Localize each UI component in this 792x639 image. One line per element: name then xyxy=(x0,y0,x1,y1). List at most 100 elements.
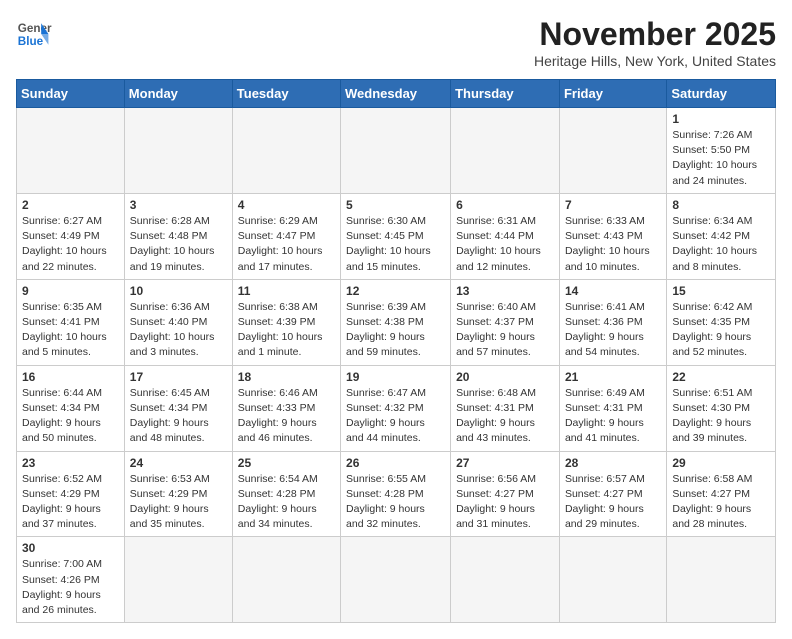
calendar-cell: 11 Sunrise: 6:38 AM Sunset: 4:39 PM Dayli… xyxy=(232,279,340,365)
day-info: Sunrise: 6:40 AM Sunset: 4:37 PM Dayligh… xyxy=(456,300,554,361)
day-info: Sunrise: 6:44 AM Sunset: 4:34 PM Dayligh… xyxy=(22,386,119,447)
calendar-cell: 17 Sunrise: 6:45 AM Sunset: 4:34 PM Dayli… xyxy=(124,365,232,451)
day-number: 25 xyxy=(238,456,335,470)
day-info: Sunrise: 6:47 AM Sunset: 4:32 PM Dayligh… xyxy=(346,386,445,447)
calendar-cell: 19 Sunrise: 6:47 AM Sunset: 4:32 PM Dayli… xyxy=(341,365,451,451)
svg-text:Blue: Blue xyxy=(18,35,44,48)
day-info: Sunrise: 6:49 AM Sunset: 4:31 PM Dayligh… xyxy=(565,386,661,447)
day-number: 19 xyxy=(346,370,445,384)
calendar-cell: 4Sunrise: 6:29 AM Sunset: 4:47 PM Daylig… xyxy=(232,193,340,279)
day-number: 1 xyxy=(672,112,770,126)
day-info: Sunrise: 6:27 AM Sunset: 4:49 PM Dayligh… xyxy=(22,214,119,275)
calendar-cell: 21 Sunrise: 6:49 AM Sunset: 4:31 PM Dayli… xyxy=(559,365,666,451)
calendar-cell xyxy=(341,108,451,194)
day-info: Sunrise: 6:46 AM Sunset: 4:33 PM Dayligh… xyxy=(238,386,335,447)
day-number: 29 xyxy=(672,456,770,470)
calendar-cell: 10 Sunrise: 6:36 AM Sunset: 4:40 PM Dayli… xyxy=(124,279,232,365)
day-number: 17 xyxy=(130,370,227,384)
calendar-cell xyxy=(451,108,560,194)
day-info: Sunrise: 6:52 AM Sunset: 4:29 PM Dayligh… xyxy=(22,472,119,533)
col-header-saturday: Saturday xyxy=(667,80,776,108)
day-number: 8 xyxy=(672,198,770,212)
calendar-cell: 23 Sunrise: 6:52 AM Sunset: 4:29 PM Dayli… xyxy=(17,451,125,537)
day-number: 21 xyxy=(565,370,661,384)
col-header-wednesday: Wednesday xyxy=(341,80,451,108)
calendar-cell: 14 Sunrise: 6:41 AM Sunset: 4:36 PM Dayli… xyxy=(559,279,666,365)
day-info: Sunrise: 6:31 AM Sunset: 4:44 PM Dayligh… xyxy=(456,214,554,275)
header: General Blue November 2025 Heritage Hill… xyxy=(16,16,776,69)
calendar-cell: 20 Sunrise: 6:48 AM Sunset: 4:31 PM Dayli… xyxy=(451,365,560,451)
day-info: Sunrise: 6:39 AM Sunset: 4:38 PM Dayligh… xyxy=(346,300,445,361)
calendar-cell: 6 Sunrise: 6:31 AM Sunset: 4:44 PM Daylig… xyxy=(451,193,560,279)
calendar-cell: 2 Sunrise: 6:27 AM Sunset: 4:49 PM Daylig… xyxy=(17,193,125,279)
calendar-cell: 8Sunrise: 6:34 AM Sunset: 4:42 PM Daylig… xyxy=(667,193,776,279)
calendar-cell: 30Sunrise: 7:00 AM Sunset: 4:26 PM Dayli… xyxy=(17,537,125,623)
calendar-cell: 25Sunrise: 6:54 AM Sunset: 4:28 PM Dayli… xyxy=(232,451,340,537)
col-header-sunday: Sunday xyxy=(17,80,125,108)
title-area: November 2025 Heritage Hills, New York, … xyxy=(534,16,776,69)
calendar-cell xyxy=(559,108,666,194)
calendar-cell xyxy=(451,537,560,623)
calendar-cell: 18Sunrise: 6:46 AM Sunset: 4:33 PM Dayli… xyxy=(232,365,340,451)
calendar-week-row: 1Sunrise: 7:26 AM Sunset: 5:50 PM Daylig… xyxy=(17,108,776,194)
calendar-cell: 1Sunrise: 7:26 AM Sunset: 5:50 PM Daylig… xyxy=(667,108,776,194)
day-info: Sunrise: 6:30 AM Sunset: 4:45 PM Dayligh… xyxy=(346,214,445,275)
calendar-cell: 26Sunrise: 6:55 AM Sunset: 4:28 PM Dayli… xyxy=(341,451,451,537)
calendar-week-row: 16Sunrise: 6:44 AM Sunset: 4:34 PM Dayli… xyxy=(17,365,776,451)
calendar-cell: 28 Sunrise: 6:57 AM Sunset: 4:27 PM Dayli… xyxy=(559,451,666,537)
calendar-cell: 22 Sunrise: 6:51 AM Sunset: 4:30 PM Dayli… xyxy=(667,365,776,451)
day-number: 24 xyxy=(130,456,227,470)
calendar-cell: 12 Sunrise: 6:39 AM Sunset: 4:38 PM Dayli… xyxy=(341,279,451,365)
day-number: 20 xyxy=(456,370,554,384)
calendar-cell xyxy=(341,537,451,623)
day-number: 2 xyxy=(22,198,119,212)
day-info: Sunrise: 6:45 AM Sunset: 4:34 PM Dayligh… xyxy=(130,386,227,447)
calendar-cell: 24 Sunrise: 6:53 AM Sunset: 4:29 PM Dayli… xyxy=(124,451,232,537)
calendar-cell: 13 Sunrise: 6:40 AM Sunset: 4:37 PM Dayli… xyxy=(451,279,560,365)
day-info: Sunrise: 6:51 AM Sunset: 4:30 PM Dayligh… xyxy=(672,386,770,447)
calendar-cell: 7 Sunrise: 6:33 AM Sunset: 4:43 PM Daylig… xyxy=(559,193,666,279)
day-number: 13 xyxy=(456,284,554,298)
day-number: 10 xyxy=(130,284,227,298)
day-info: Sunrise: 6:48 AM Sunset: 4:31 PM Dayligh… xyxy=(456,386,554,447)
col-header-friday: Friday xyxy=(559,80,666,108)
day-number: 11 xyxy=(238,284,335,298)
calendar-cell xyxy=(17,108,125,194)
day-number: 22 xyxy=(672,370,770,384)
calendar-week-row: 2 Sunrise: 6:27 AM Sunset: 4:49 PM Daylig… xyxy=(17,193,776,279)
day-info: Sunrise: 6:28 AM Sunset: 4:48 PM Dayligh… xyxy=(130,214,227,275)
calendar-week-row: 23 Sunrise: 6:52 AM Sunset: 4:29 PM Dayli… xyxy=(17,451,776,537)
month-title: November 2025 xyxy=(534,16,776,53)
day-number: 23 xyxy=(22,456,119,470)
day-number: 15 xyxy=(672,284,770,298)
calendar-cell xyxy=(124,537,232,623)
calendar-week-row: 9Sunrise: 6:35 AM Sunset: 4:41 PM Daylig… xyxy=(17,279,776,365)
day-number: 26 xyxy=(346,456,445,470)
day-info: Sunrise: 6:41 AM Sunset: 4:36 PM Dayligh… xyxy=(565,300,661,361)
logo: General Blue xyxy=(16,16,52,52)
day-number: 14 xyxy=(565,284,661,298)
day-info: Sunrise: 6:33 AM Sunset: 4:43 PM Dayligh… xyxy=(565,214,661,275)
day-number: 7 xyxy=(565,198,661,212)
day-number: 5 xyxy=(346,198,445,212)
day-number: 12 xyxy=(346,284,445,298)
day-number: 28 xyxy=(565,456,661,470)
calendar-cell: 27Sunrise: 6:56 AM Sunset: 4:27 PM Dayli… xyxy=(451,451,560,537)
day-info: Sunrise: 6:57 AM Sunset: 4:27 PM Dayligh… xyxy=(565,472,661,533)
calendar-cell: 29Sunrise: 6:58 AM Sunset: 4:27 PM Dayli… xyxy=(667,451,776,537)
col-header-thursday: Thursday xyxy=(451,80,560,108)
day-info: Sunrise: 6:53 AM Sunset: 4:29 PM Dayligh… xyxy=(130,472,227,533)
day-info: Sunrise: 6:42 AM Sunset: 4:35 PM Dayligh… xyxy=(672,300,770,361)
calendar-cell: 5 Sunrise: 6:30 AM Sunset: 4:45 PM Daylig… xyxy=(341,193,451,279)
calendar-week-row: 30Sunrise: 7:00 AM Sunset: 4:26 PM Dayli… xyxy=(17,537,776,623)
day-info: Sunrise: 6:36 AM Sunset: 4:40 PM Dayligh… xyxy=(130,300,227,361)
day-number: 27 xyxy=(456,456,554,470)
day-number: 6 xyxy=(456,198,554,212)
calendar-header-row: SundayMondayTuesdayWednesdayThursdayFrid… xyxy=(17,80,776,108)
day-info: Sunrise: 6:35 AM Sunset: 4:41 PM Dayligh… xyxy=(22,300,119,361)
calendar-cell xyxy=(124,108,232,194)
col-header-monday: Monday xyxy=(124,80,232,108)
calendar-cell xyxy=(667,537,776,623)
day-info: Sunrise: 6:38 AM Sunset: 4:39 PM Dayligh… xyxy=(238,300,335,361)
calendar-cell xyxy=(232,537,340,623)
